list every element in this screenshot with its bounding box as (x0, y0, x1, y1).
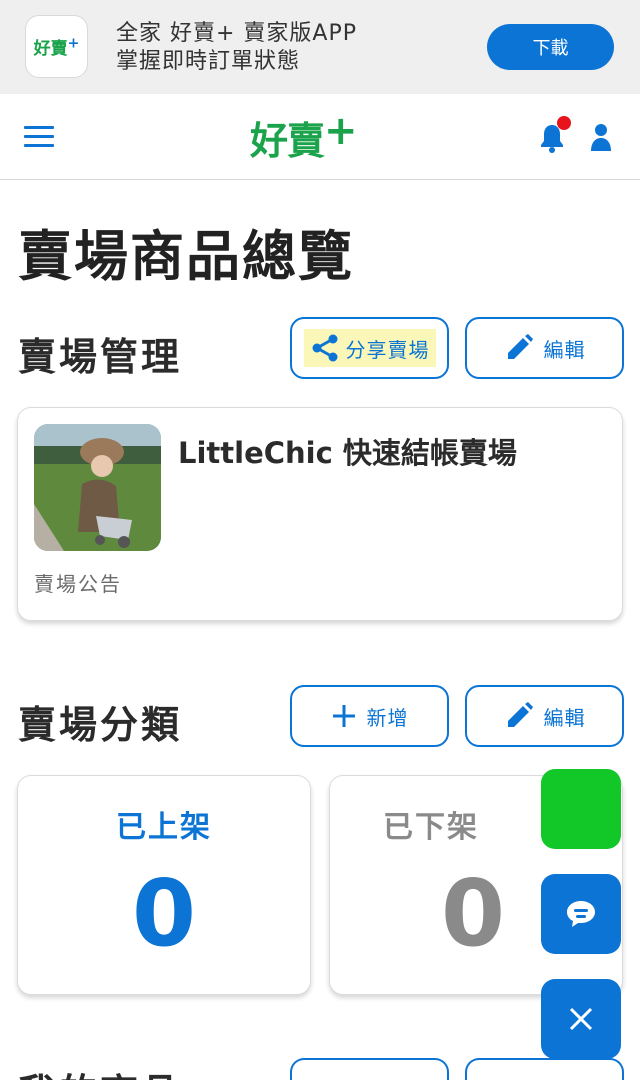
edit-category-label: 編輯 (543, 705, 586, 730)
listed-count: 0 (131, 860, 196, 967)
add-category-button[interactable]: 新增 (290, 685, 449, 747)
products-action-button-1[interactable] (290, 1058, 449, 1080)
products-action-button-2[interactable] (465, 1058, 624, 1080)
edit-store-button[interactable]: 編輯 (465, 317, 624, 379)
listed-count-card[interactable]: 已上架 0 (17, 775, 311, 995)
my-products-title: 我的商品 (18, 1062, 182, 1080)
store-notice-label[interactable]: 賣場公告 (34, 568, 122, 597)
store-card[interactable]: LittleChic 快速結帳賣場 賣場公告 (17, 407, 623, 621)
edit-category-button[interactable]: 編輯 (465, 685, 624, 747)
share-icon (312, 334, 337, 362)
pencil-icon (507, 702, 533, 727)
app-download-banner: 好賣+ 全家 好賣+ 賣家版APP 掌握即時訂單狀態 下載 (0, 0, 640, 94)
banner-line-2: 掌握即時訂單狀態 (116, 49, 301, 74)
chat-icon (567, 901, 595, 927)
store-name: LittleChic 快速結帳賣場 (178, 436, 517, 470)
notification-dot (557, 116, 571, 130)
plus-icon (332, 705, 355, 727)
menu-icon[interactable] (24, 126, 54, 148)
pencil-icon (507, 334, 533, 359)
edit-store-label: 編輯 (543, 337, 586, 362)
share-store-button[interactable]: 分享賣場 (290, 317, 449, 379)
add-category-label: 新增 (366, 705, 409, 730)
app-icon: 好賣+ (25, 15, 88, 78)
store-management-title: 賣場管理 (18, 335, 183, 379)
share-store-label: 分享賣場 (345, 337, 430, 362)
user-icon[interactable] (590, 122, 612, 152)
page-title: 賣場商品總覽 (18, 225, 354, 288)
banner-text: 全家 好賣+ 賣家版APP 掌握即時訂單狀態 (116, 20, 357, 76)
close-icon (569, 1007, 593, 1031)
green-floating-button[interactable] (541, 769, 621, 849)
close-fab-button[interactable] (541, 979, 621, 1059)
chat-button[interactable] (541, 874, 621, 954)
listed-label: 已上架 (116, 810, 212, 845)
logo[interactable]: 好賣+ (250, 108, 358, 165)
top-navbar: 好賣+ (0, 94, 640, 180)
category-title: 賣場分類 (18, 703, 183, 747)
banner-line-1: 全家 好賣+ 賣家版APP (116, 21, 358, 46)
store-image (34, 424, 161, 551)
download-button[interactable]: 下載 (487, 24, 614, 70)
